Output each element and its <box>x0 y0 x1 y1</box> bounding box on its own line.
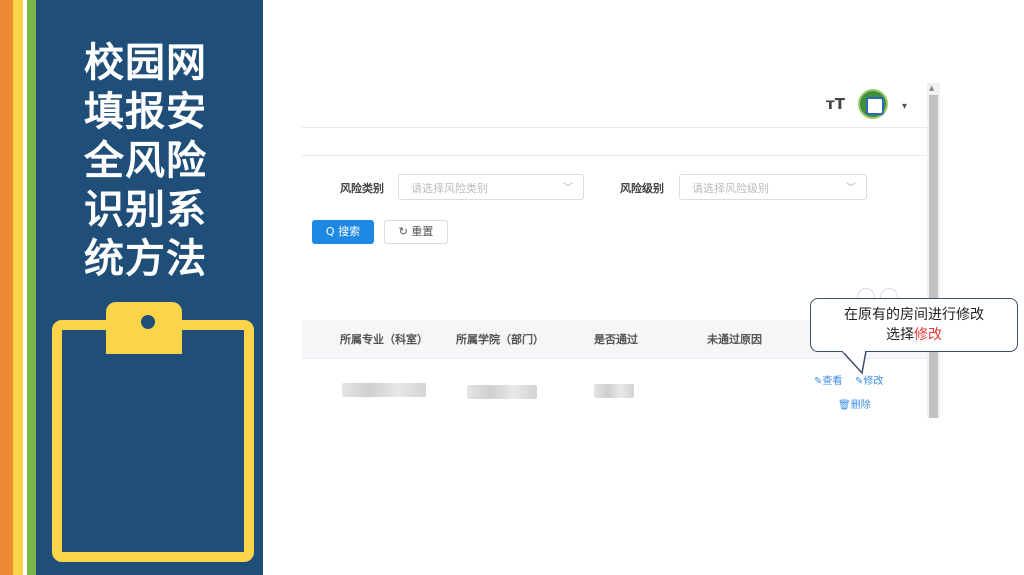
category-select[interactable]: 请选择风险类别 ﹀ <box>398 174 584 200</box>
chevron-down-icon: ﹀ <box>846 183 856 194</box>
trash-icon: 🗑 <box>838 400 851 411</box>
edit-label: 修改 <box>863 376 884 387</box>
scroll-up-arrow-icon[interactable]: ▲ <box>929 84 934 92</box>
school-logo-avatar[interactable] <box>858 89 888 119</box>
blurred-cell <box>594 384 634 398</box>
search-button[interactable]: Q 搜索 <box>312 220 374 244</box>
callout-highlight: 修改 <box>914 327 942 343</box>
blurred-cell <box>342 383 426 397</box>
delete-link[interactable]: 🗑删除 <box>838 396 871 411</box>
level-placeholder: 请选择风险级别 <box>692 182 769 195</box>
column-header: 未通过原因 <box>707 333 762 346</box>
slide-title: 校园网填报安全风险识别系统方法 <box>84 39 207 282</box>
column-header: 所属学院（部门） <box>456 333 544 346</box>
level-select[interactable]: 请选择风险级别 ﹀ <box>679 174 867 200</box>
orange-stripe <box>0 0 13 575</box>
category-placeholder: 请选择风险类别 <box>411 182 488 195</box>
chevron-down-icon[interactable]: ▾ <box>902 101 907 112</box>
category-label: 风险类别 <box>340 182 384 195</box>
view-label: 查看 <box>822 376 843 387</box>
callout-line2: 选择修改 <box>811 325 1017 345</box>
clipboard-clip-hole <box>141 315 155 329</box>
logo-mark <box>866 97 884 115</box>
green-stripe <box>27 0 36 575</box>
reset-button[interactable]: ↻ 重置 <box>384 220 448 244</box>
callout-prefix: 选择 <box>886 327 914 343</box>
callout-line1: 在原有的房间进行修改 <box>844 307 984 323</box>
scrollbar[interactable]: ▲ <box>927 83 940 418</box>
chevron-down-icon: ﹀ <box>563 183 573 194</box>
level-label: 风险级别 <box>620 182 664 195</box>
font-size-icon[interactable]: тT <box>826 95 845 113</box>
column-header: 所属专业（科室） <box>340 333 428 346</box>
delete-label: 删除 <box>850 400 871 411</box>
callout-pointer <box>840 351 867 375</box>
yellow-stripe <box>13 0 23 575</box>
blurred-cell <box>467 385 537 399</box>
header-divider <box>302 127 927 128</box>
clipboard-icon <box>52 320 254 562</box>
tabs-divider <box>302 155 927 156</box>
callout-box: 在原有的房间进行修改 选择修改 <box>810 298 1018 352</box>
scrollbar-thumb[interactable] <box>929 95 938 418</box>
column-header: 是否通过 <box>594 333 638 346</box>
